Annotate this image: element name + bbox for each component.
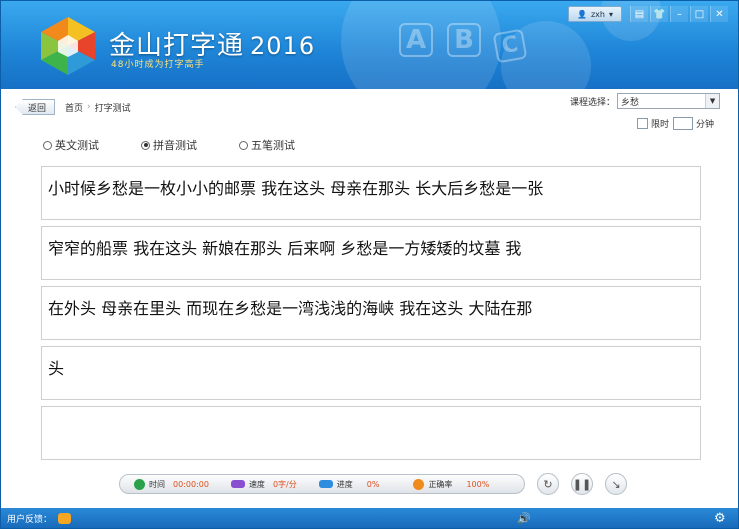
close-button[interactable]: ✕ xyxy=(710,6,728,22)
minimize-icon: – xyxy=(677,8,682,20)
stat-accuracy-value: 100% xyxy=(466,479,490,489)
skin-icon: 👕 xyxy=(653,8,666,20)
stat-progress: 进度 0% xyxy=(318,479,380,490)
typing-line-4[interactable]: 头 xyxy=(41,346,701,400)
restart-button[interactable]: ↻ xyxy=(537,473,559,495)
app-window: 金山打字通 2016 48小时成为打字高手 A B C 👤 zxh ▾ ▤ 👕 –… xyxy=(0,0,739,529)
window-controls: 👤 zxh ▾ ▤ 👕 – □ ✕ xyxy=(568,6,728,22)
progress-icon xyxy=(318,480,333,488)
skin-button[interactable]: 👕 xyxy=(650,6,668,22)
time-limit-checkbox[interactable] xyxy=(637,118,648,129)
chevron-down-icon: ▾ xyxy=(608,9,613,19)
app-slogan: 48小时成为打字高手 xyxy=(111,60,205,70)
mode-wubi-label: 五笔测试 xyxy=(251,139,295,152)
decor-letter-a: A xyxy=(399,23,433,57)
stat-progress-label: 进度 xyxy=(336,479,353,489)
typing-line-5[interactable] xyxy=(41,406,701,460)
stat-speed-label: 速度 xyxy=(248,479,265,489)
typing-line-text: 窄窄的船票 我在这头 新娘在那头 后来啊 乡愁是一方矮矮的坟墓 我 xyxy=(48,239,522,258)
minutes-unit-label: 分钟 xyxy=(696,120,715,130)
stat-time-label: 时间 xyxy=(149,479,165,489)
sound-icon[interactable]: 🔊 xyxy=(517,512,531,525)
back-button[interactable]: 返回 xyxy=(15,99,56,115)
minimize-button[interactable]: – xyxy=(670,6,688,22)
breadcrumb-current: 打字测试 xyxy=(94,103,131,114)
typing-line-2[interactable]: 窄窄的船票 我在这头 新娘在那头 后来啊 乡愁是一方矮矮的坟墓 我 xyxy=(41,226,701,280)
mode-english-label: 英文测试 xyxy=(55,139,99,152)
chart-icon: ↘ xyxy=(611,477,621,491)
stat-speed: 速度 0字/分 xyxy=(230,479,297,490)
stat-accuracy: 正确率 100% xyxy=(413,478,490,490)
decor-letter-b: B xyxy=(447,23,481,57)
typing-line-text: 小时候乡愁是一枚小小的邮票 我在这头 母亲在那头 长大后乡愁是一张 xyxy=(48,179,544,198)
chevron-down-icon: ▼ xyxy=(705,94,720,108)
speed-icon xyxy=(230,480,245,488)
main-content: 返回 首页 › 打字测试 课程选择： 乡愁 ▼ 限时 分钟 英文测试 拼音测试 … xyxy=(1,89,738,508)
radio-pinyin[interactable] xyxy=(141,140,150,150)
typing-line-3[interactable]: 在外头 母亲在里头 而现在乡愁是一湾浅浅的海峡 我在这头 大陆在那 xyxy=(41,286,701,340)
typing-line-text: 在外头 母亲在里头 而现在乡愁是一湾浅浅的海峡 我在这头 大陆在那 xyxy=(48,299,533,318)
feedback-chat-icon[interactable] xyxy=(58,513,72,524)
radio-english[interactable] xyxy=(43,140,52,150)
clock-icon xyxy=(134,478,145,490)
stats-button[interactable]: ↘ xyxy=(605,473,627,495)
accuracy-icon xyxy=(413,478,425,490)
typing-line-text: 头 xyxy=(48,359,65,378)
mode-pinyin[interactable]: 拼音测试 xyxy=(141,137,197,153)
feedback-label: 用户反馈： xyxy=(7,515,53,525)
user-icon: 👤 xyxy=(577,9,587,19)
minutes-input[interactable] xyxy=(673,117,694,130)
menu-icon: ▤ xyxy=(634,8,645,20)
user-menu[interactable]: 👤 zxh ▾ xyxy=(568,6,622,22)
chevron-right-icon: › xyxy=(87,102,91,112)
mode-english[interactable]: 英文测试 xyxy=(43,137,99,153)
pause-icon: ❚❚ xyxy=(572,477,592,491)
breadcrumb: 返回 首页 › 打字测试 xyxy=(15,99,131,115)
menu-button[interactable]: ▤ xyxy=(630,6,648,22)
time-limit: 限时 分钟 xyxy=(637,117,714,130)
maximize-icon: □ xyxy=(694,8,705,20)
header-banner: 金山打字通 2016 48小时成为打字高手 A B C 👤 zxh ▾ ▤ 👕 –… xyxy=(1,1,738,89)
stat-speed-value: 0字/分 xyxy=(272,479,297,489)
time-limit-label: 限时 xyxy=(651,120,670,130)
breadcrumb-home[interactable]: 首页 xyxy=(65,101,83,114)
user-name: zxh xyxy=(590,9,605,19)
course-label: 课程选择： xyxy=(570,97,616,108)
status-bar: 时间 00:00:00 速度 0字/分 进度 0% 正确率 100% xyxy=(119,474,525,494)
test-mode-group: 英文测试 拼音测试 五笔测试 xyxy=(43,137,337,153)
app-logo-icon xyxy=(41,17,95,75)
course-select[interactable]: 乡愁 ▼ xyxy=(617,93,721,109)
course-selector: 课程选择： 乡愁 ▼ xyxy=(570,93,721,109)
typing-line-1[interactable]: 小时候乡愁是一枚小小的邮票 我在这头 母亲在那头 长大后乡愁是一张 xyxy=(41,166,701,220)
stat-time: 时间 00:00:00 xyxy=(134,478,209,490)
stat-progress-value: 0% xyxy=(366,479,380,489)
app-year: 2016 xyxy=(250,32,316,60)
maximize-button[interactable]: □ xyxy=(690,6,708,22)
settings-gear-icon[interactable]: ⚙ xyxy=(714,511,726,526)
pause-button[interactable]: ❚❚ xyxy=(571,473,593,495)
footer-bar: 用户反馈： 🔊 ⚙ xyxy=(1,508,738,528)
radio-wubi[interactable] xyxy=(239,140,248,150)
stat-time-value: 00:00:00 xyxy=(173,479,209,489)
mode-pinyin-label: 拼音测试 xyxy=(153,139,197,152)
restart-icon: ↻ xyxy=(543,477,553,491)
close-icon: ✕ xyxy=(715,8,724,20)
course-selected: 乡愁 xyxy=(621,97,640,108)
mode-wubi[interactable]: 五笔测试 xyxy=(239,137,295,153)
decor-letter-c: C xyxy=(492,28,528,64)
stat-accuracy-label: 正确率 xyxy=(428,479,453,489)
